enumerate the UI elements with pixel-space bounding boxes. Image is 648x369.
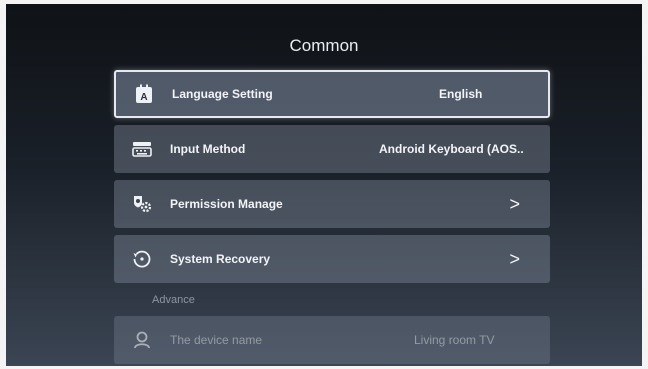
- setting-device-name-label: The device name: [170, 333, 263, 347]
- page-title: Common: [289, 36, 359, 55]
- recovery-icon: [132, 249, 152, 269]
- keyboard-icon: [132, 139, 152, 159]
- setting-input-method-value: Android Keyboard (AOS..: [379, 142, 524, 156]
- setting-language-value: English: [439, 87, 483, 101]
- setting-device-name[interactable]: The device name Living room TV: [114, 316, 550, 364]
- setting-permission-manage-label: Permission Manage: [170, 197, 283, 211]
- setting-input-method-label: Input Method: [170, 142, 246, 156]
- chevron-right-icon: >: [509, 248, 520, 269]
- setting-device-name-value: Living room TV: [414, 333, 495, 347]
- setting-permission-manage[interactable]: Permission Manage >: [114, 180, 550, 228]
- chevron-right-icon: >: [509, 193, 520, 214]
- section-heading-advance: Advance: [152, 294, 195, 306]
- setting-language-label: Language Setting: [172, 87, 273, 101]
- setting-system-recovery[interactable]: System Recovery >: [114, 235, 550, 283]
- language-icon: A: [134, 84, 154, 104]
- svg-text:A: A: [140, 92, 147, 103]
- permission-icon: [132, 194, 152, 214]
- setting-system-recovery-label: System Recovery: [170, 252, 271, 266]
- user-icon: [132, 330, 152, 350]
- setting-language[interactable]: A Language Setting English: [114, 70, 550, 118]
- tv-settings-screen: Common A Language Setting English Input …: [6, 4, 642, 366]
- setting-input-method[interactable]: Input Method Android Keyboard (AOS..: [114, 125, 550, 173]
